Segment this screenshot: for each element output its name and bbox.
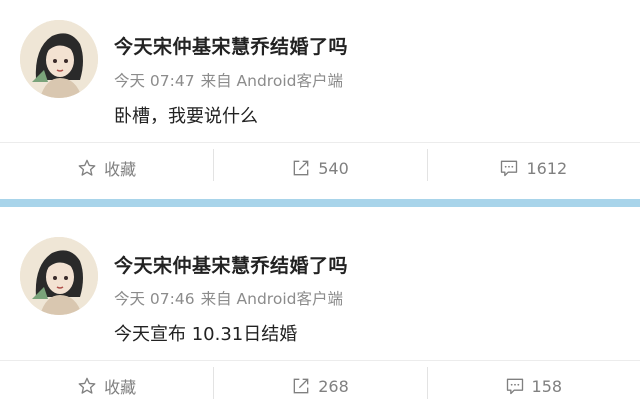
star-outline-icon — [78, 159, 96, 176]
comment-button[interactable]: 158 — [426, 361, 640, 409]
favorite-button[interactable]: 收藏 — [0, 143, 213, 193]
post-source: 来自 Android客户端 — [200, 290, 343, 308]
comment-bubble-icon — [501, 160, 518, 177]
comment-bubble-icon — [506, 378, 523, 395]
repost-count: 540 — [318, 158, 349, 178]
comment-button[interactable]: 1612 — [426, 143, 640, 193]
share-arrow-icon — [293, 160, 309, 176]
post-time[interactable]: 今天 07:47 — [114, 72, 195, 90]
post-text: 今天宣布 10.31日结婚 — [114, 324, 298, 345]
author-name[interactable]: 今天宋仲基宋慧乔结婚了吗 — [114, 251, 348, 278]
post-meta: 今天 07:47 来自 Android客户端 — [114, 69, 343, 91]
repost-count: 268 — [318, 376, 349, 396]
feed-post: 今天宋仲基宋慧乔结婚了吗 今天 07:46 来自 Android客户端 今天宣布 … — [0, 214, 640, 409]
comment-count: 158 — [531, 376, 563, 396]
post-source: 来自 Android客户端 — [200, 72, 343, 90]
separator-bar — [0, 199, 640, 207]
share-arrow-icon — [293, 378, 309, 394]
post-time[interactable]: 今天 07:46 — [114, 290, 195, 308]
repost-button[interactable]: 268 — [213, 361, 426, 409]
author-name[interactable]: 今天宋仲基宋慧乔结婚了吗 — [114, 32, 348, 59]
favorite-label: 收藏 — [104, 378, 137, 397]
repost-button[interactable]: 540 — [213, 143, 426, 193]
avatar[interactable] — [20, 237, 98, 315]
post-text: 卧槽，我要说什么 — [114, 106, 258, 127]
favorite-label: 收藏 — [104, 160, 137, 179]
action-bar: 收藏 540 1612 — [0, 143, 640, 193]
post-meta: 今天 07:46 来自 Android客户端 — [114, 287, 343, 309]
avatar[interactable] — [20, 20, 98, 98]
comment-count: 1612 — [526, 158, 568, 178]
post-separator — [0, 192, 640, 214]
favorite-button[interactable]: 收藏 — [0, 361, 213, 409]
star-outline-icon — [78, 377, 96, 394]
feed-post: 今天宋仲基宋慧乔结婚了吗 今天 07:47 来自 Android客户端 卧槽，我要… — [0, 0, 640, 192]
action-bar: 收藏 268 158 — [0, 361, 640, 409]
